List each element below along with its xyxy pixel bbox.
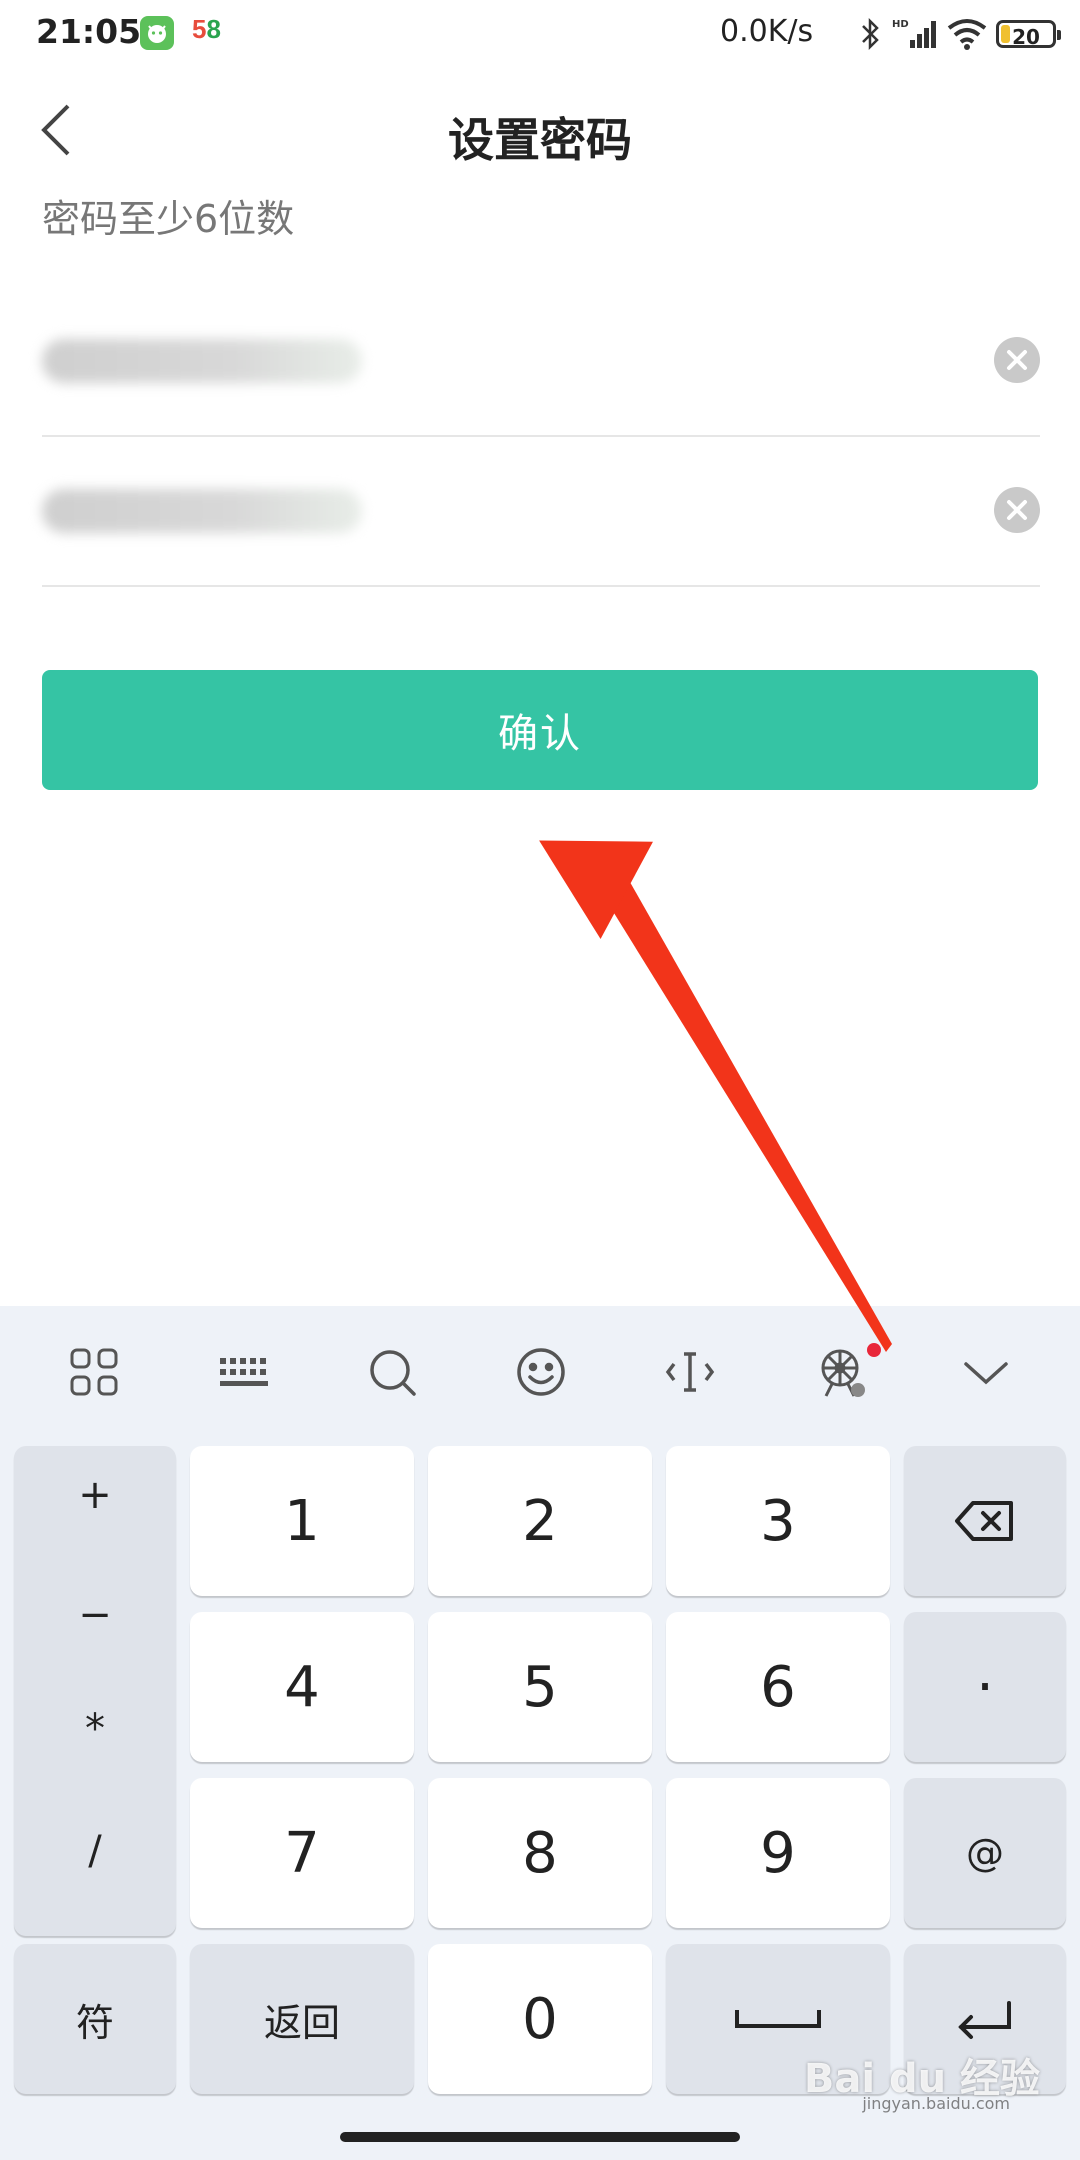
svg-text:HD: HD [892, 19, 909, 30]
key-3[interactable]: 3 [666, 1446, 890, 1596]
text-cursor-icon [665, 1352, 715, 1392]
space-icon [735, 2010, 821, 2028]
close-icon [1007, 350, 1027, 370]
bluetooth-icon [862, 17, 879, 51]
search-icon [370, 1350, 416, 1396]
battery-icon: 20 [996, 20, 1061, 49]
password-hint: 密码至少6位数 [42, 197, 295, 241]
arrow-head [539, 840, 653, 939]
ferris-wheel-icon [821, 1349, 865, 1397]
keyboard-switch-button[interactable] [216, 1344, 272, 1400]
chevron-down-icon [964, 1362, 1008, 1385]
close-icon [1007, 500, 1027, 520]
return-key[interactable]: 返回 [190, 1944, 414, 2094]
battery-level: 20 [1012, 25, 1040, 49]
dot-key[interactable]: · [904, 1612, 1066, 1762]
key-2[interactable]: 2 [428, 1446, 652, 1596]
key-7[interactable]: 7 [190, 1778, 414, 1928]
keyboard-icon [220, 1358, 268, 1386]
ferris-wheel-ad-button[interactable] [812, 1344, 868, 1400]
collapse-keyboard-button[interactable] [958, 1344, 1014, 1400]
key-6[interactable]: 6 [666, 1612, 890, 1762]
emoji-button[interactable] [513, 1344, 569, 1400]
asterisk-key[interactable]: * [14, 1706, 176, 1752]
cellular-signal-icon: HD [892, 19, 936, 48]
notification-app-icon [140, 16, 174, 50]
numeric-keyboard: + − * / 1 2 3 4 5 6 · 7 8 9 @ 符 返回 0 [0, 1306, 1080, 2160]
plus-key[interactable]: + [14, 1472, 176, 1518]
backspace-icon [955, 1501, 1013, 1541]
smiley-icon [517, 1348, 565, 1396]
blurred-password-value [42, 339, 362, 383]
confirm-password-field[interactable] [42, 435, 1040, 587]
password-field[interactable] [42, 285, 1040, 437]
wifi-icon [947, 19, 987, 50]
cursor-button[interactable] [662, 1344, 718, 1400]
key-0[interactable]: 0 [428, 1944, 652, 2094]
page-title: 设置密码 [448, 113, 632, 167]
symbols-key[interactable]: 符 [14, 1944, 176, 2094]
key-9[interactable]: 9 [666, 1778, 890, 1928]
keyboard-toolbar [0, 1306, 1080, 1440]
key-1[interactable]: 1 [190, 1446, 414, 1596]
apps-grid-button[interactable] [66, 1344, 122, 1400]
58-app-icon: 58 [192, 14, 221, 44]
network-speed: 0.0K/s [720, 14, 814, 49]
status-icons: HD 20 [858, 14, 1061, 54]
confirm-button[interactable]: 确认 [42, 670, 1038, 790]
home-indicator[interactable] [340, 2132, 740, 2142]
grid-icon [70, 1348, 118, 1396]
backspace-key[interactable] [904, 1446, 1066, 1596]
clear-password-button[interactable] [994, 337, 1040, 383]
enter-icon [958, 2001, 1011, 2039]
key-5[interactable]: 5 [428, 1612, 652, 1762]
slash-key[interactable]: / [14, 1828, 176, 1874]
blurred-password-value [42, 489, 362, 533]
status-time: 21:05 [36, 12, 142, 51]
key-8[interactable]: 8 [428, 1778, 652, 1928]
search-button[interactable] [364, 1344, 420, 1400]
symbol-column[interactable]: + − * / [14, 1446, 176, 1936]
clear-confirm-password-button[interactable] [994, 487, 1040, 533]
baidu-jingyan-watermark: Bai du 经验 jingyan.baidu.com [803, 2056, 1040, 2113]
at-key[interactable]: @ [904, 1778, 1066, 1928]
status-bar: 21:05 58 0.0K/s HD 20 [0, 0, 1080, 66]
arrow-shaft [596, 868, 892, 1352]
minus-key[interactable]: − [14, 1592, 176, 1638]
key-4[interactable]: 4 [190, 1612, 414, 1762]
